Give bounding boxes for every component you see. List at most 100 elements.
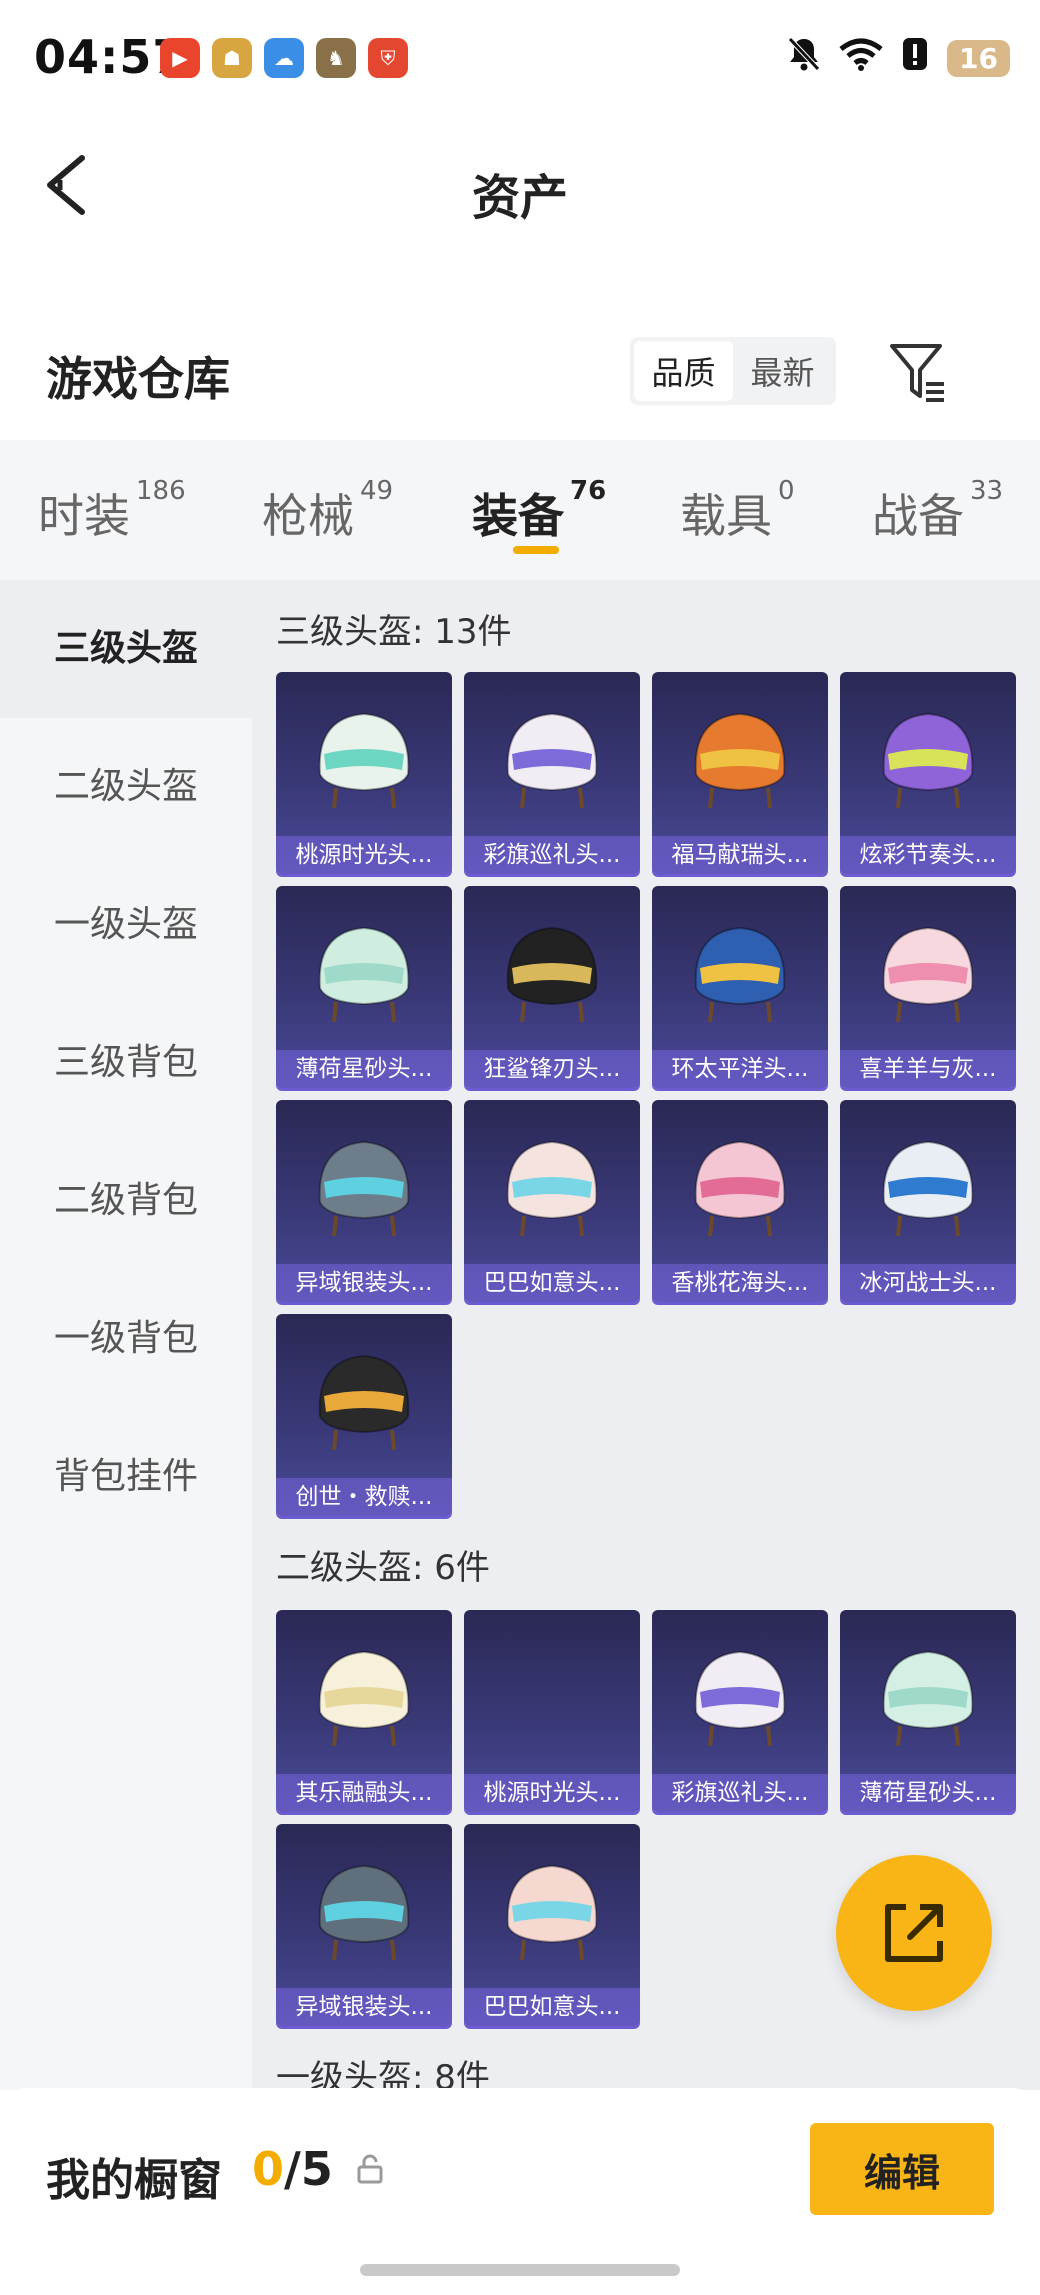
item-card[interactable]: 炫彩节奏头... bbox=[840, 672, 1016, 874]
helmet-icon bbox=[882, 712, 974, 809]
tab-label: 装备 bbox=[472, 489, 564, 543]
sidebar-item-level3-helmet[interactable]: 三级头盔 bbox=[0, 580, 252, 718]
helmet-icon bbox=[694, 712, 786, 809]
top-header: 资产 bbox=[0, 120, 1040, 250]
weather-app-icon: ☁ bbox=[264, 38, 304, 78]
tab-fashion[interactable]: 时装 186 bbox=[38, 476, 186, 546]
filter-icon bbox=[890, 344, 944, 402]
sidebar-item-level2-backpack[interactable]: 二级背包 bbox=[0, 1132, 252, 1270]
item-name: 福马献瑞头... bbox=[652, 836, 828, 874]
item-name: 薄荷星砂头... bbox=[840, 1774, 1016, 1812]
item-name: 桃源时光头... bbox=[276, 836, 452, 874]
helmet-icon bbox=[506, 1864, 598, 1961]
game-app-icon: ♞ bbox=[316, 38, 356, 78]
tab-count: 33 bbox=[970, 476, 1004, 506]
tab-count: 186 bbox=[136, 476, 186, 506]
item-card[interactable]: 异域银装头... bbox=[276, 1100, 452, 1302]
item-card[interactable]: 福马献瑞头... bbox=[652, 672, 828, 874]
helmet-icon bbox=[882, 926, 974, 1023]
item-card[interactable]: 喜羊羊与灰... bbox=[840, 886, 1016, 1088]
share-icon bbox=[885, 1904, 943, 1962]
item-card[interactable]: 巴巴如意头... bbox=[464, 1824, 640, 2026]
item-card[interactable]: 环太平洋头... bbox=[652, 886, 828, 1088]
item-card[interactable]: 薄荷星砂头... bbox=[276, 886, 452, 1088]
tab-vehicles[interactable]: 载具 0 bbox=[680, 476, 795, 546]
helmet-icon bbox=[882, 1140, 974, 1237]
item-name: 喜羊羊与灰... bbox=[840, 1050, 1016, 1088]
tab-label: 枪械 bbox=[262, 489, 354, 543]
item-card[interactable]: 香桃花海头... bbox=[652, 1100, 828, 1302]
item-card[interactable]: 桃源时光头... bbox=[276, 672, 452, 874]
helmet-icon bbox=[506, 712, 598, 809]
game-helper-app-icon: ☗ bbox=[212, 38, 252, 78]
tab-supplies[interactable]: 战备 33 bbox=[872, 476, 1003, 546]
showcase-bar: 我的橱窗 0/5 编辑 bbox=[0, 2088, 1040, 2295]
section-title: 二级头盔: 6件 bbox=[276, 1548, 490, 1588]
helmet-icon bbox=[882, 1650, 974, 1747]
item-card[interactable]: 薄荷星砂头... bbox=[840, 1610, 1016, 1812]
item-name: 彩旗巡礼头... bbox=[652, 1774, 828, 1812]
sidebar-item-level1-backpack[interactable]: 一级背包 bbox=[0, 1270, 252, 1408]
home-indicator bbox=[360, 2264, 680, 2276]
item-name: 环太平洋头... bbox=[652, 1050, 828, 1088]
sidebar-item-backpack-charm[interactable]: 背包挂件 bbox=[0, 1408, 252, 1546]
item-name: 香桃花海头... bbox=[652, 1264, 828, 1302]
alert-icon bbox=[901, 36, 929, 81]
filter-button[interactable] bbox=[888, 340, 948, 404]
active-tab-indicator bbox=[513, 546, 559, 554]
item-name: 异域银装头... bbox=[276, 1264, 452, 1302]
security-app-icon: ⛨ bbox=[368, 38, 408, 78]
item-name: 创世・救赎... bbox=[276, 1478, 452, 1516]
item-card[interactable]: 异域银装头... bbox=[276, 1824, 452, 2026]
helmet-icon bbox=[694, 1140, 786, 1237]
item-name: 炫彩节奏头... bbox=[840, 836, 1016, 874]
tab-label: 时装 bbox=[38, 489, 130, 543]
tab-equipment[interactable]: 装备 76 bbox=[472, 476, 606, 546]
item-card[interactable]: 桃源时光头... bbox=[464, 1610, 640, 1812]
helmet-icon bbox=[318, 1650, 410, 1747]
sort-latest-button[interactable]: 最新 bbox=[733, 341, 832, 401]
helmet-icon bbox=[318, 1140, 410, 1237]
item-card[interactable]: 巴巴如意头... bbox=[464, 1100, 640, 1302]
helmet-icon bbox=[318, 712, 410, 809]
tab-label: 载具 bbox=[680, 489, 772, 543]
item-card[interactable]: 创世・救赎... bbox=[276, 1314, 452, 1516]
system-icons: 16 bbox=[787, 36, 1010, 81]
sidebar-item-level1-helmet[interactable]: 一级头盔 bbox=[0, 856, 252, 994]
sort-quality-button[interactable]: 品质 bbox=[634, 341, 733, 401]
helmet-icon bbox=[694, 1650, 786, 1747]
item-card[interactable]: 其乐融融头... bbox=[276, 1610, 452, 1812]
category-tabs: 时装 186 枪械 49 装备 76 载具 0 战备 33 bbox=[0, 440, 1040, 580]
wifi-icon bbox=[839, 37, 883, 80]
tab-guns[interactable]: 枪械 49 bbox=[262, 476, 393, 546]
item-name: 薄荷星砂头... bbox=[276, 1050, 452, 1088]
battery-indicator: 16 bbox=[947, 40, 1010, 77]
sort-toggle: 品质 最新 bbox=[630, 337, 836, 405]
tab-count: 49 bbox=[360, 476, 394, 506]
share-button[interactable] bbox=[836, 1855, 992, 2011]
sidebar-item-level2-helmet[interactable]: 二级头盔 bbox=[0, 718, 252, 856]
item-name: 异域银装头... bbox=[276, 1988, 452, 2026]
showcase-label: 我的橱窗 bbox=[46, 2155, 222, 2206]
page-title: 资产 bbox=[471, 170, 568, 226]
item-name: 其乐融融头... bbox=[276, 1774, 452, 1812]
video-app-icon: ▶ bbox=[160, 38, 200, 78]
lock-icon bbox=[357, 2154, 383, 2184]
section-title: 一级头盔: 8件 bbox=[276, 2058, 490, 2090]
helmet-icon bbox=[318, 926, 410, 1023]
notification-app-icons: ▶ ☗ ☁ ♞ ⛨ bbox=[160, 38, 408, 78]
section-title: 三级头盔: 13件 bbox=[276, 612, 512, 652]
item-card[interactable]: 狂鲨锋刃头... bbox=[464, 886, 640, 1088]
edit-button[interactable]: 编辑 bbox=[810, 2123, 994, 2215]
item-name: 巴巴如意头... bbox=[464, 1988, 640, 2026]
helmet-icon bbox=[506, 1140, 598, 1237]
helmet-icon bbox=[694, 926, 786, 1023]
item-card[interactable]: 冰河战士头... bbox=[840, 1100, 1016, 1302]
item-card[interactable]: 彩旗巡礼头... bbox=[652, 1610, 828, 1812]
sidebar-item-level3-backpack[interactable]: 三级背包 bbox=[0, 994, 252, 1132]
item-name: 桃源时光头... bbox=[464, 1774, 640, 1812]
item-card[interactable]: 彩旗巡礼头... bbox=[464, 672, 640, 874]
status-bar: 04:57 ▶ ☗ ☁ ♞ ⛨ 16 bbox=[0, 0, 1040, 120]
subcategory-sidebar: 三级头盔 二级头盔 一级头盔 三级背包 二级背包 一级背包 背包挂件 bbox=[0, 580, 252, 2090]
showcase-count: 0/5 bbox=[252, 2142, 333, 2196]
